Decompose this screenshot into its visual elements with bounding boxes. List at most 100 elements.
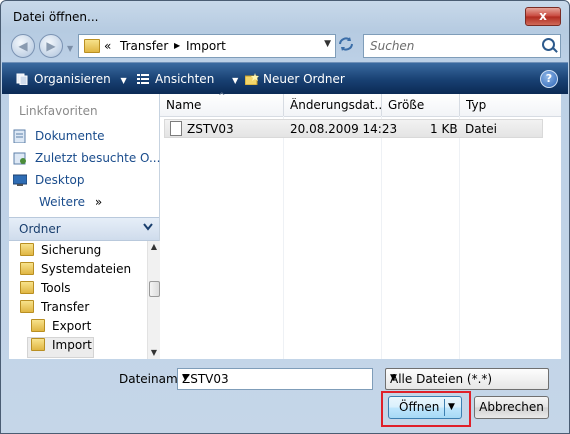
folder-tree: Sicherung Systemdateien Tools Transfer E… (9, 241, 147, 359)
back-button[interactable]: ◀ (11, 34, 35, 58)
new-folder-label: Neuer Ordner (263, 72, 345, 86)
tree-item-export[interactable]: Export (31, 319, 91, 338)
file-type: Datei (465, 122, 498, 136)
forward-button[interactable]: ▶ (39, 34, 63, 58)
favorite-label: Weitere (39, 195, 86, 209)
filename-field[interactable]: ZSTV03 ▼ (177, 368, 373, 390)
scroll-up-arrow-icon[interactable]: ▲ (148, 241, 160, 253)
open-file-dialog: Datei öffnen... x ◀ ▶ ▼ « Transfer ▶ Imp… (0, 0, 570, 434)
chevron-down-icon[interactable]: ▼ (324, 39, 331, 49)
views-menu[interactable]: Ansichten ▼ (137, 72, 238, 86)
refresh-icon[interactable] (336, 36, 356, 54)
file-date: 20.08.2009 14:23 (290, 122, 398, 136)
organize-menu[interactable]: Organisieren ▼ (16, 72, 127, 86)
file-size: 1 KB (430, 122, 458, 136)
navigation-pane: Linkfavoriten Dokumente Zuletzt besuchte… (9, 94, 160, 359)
column-header-type[interactable]: Typ (460, 94, 561, 117)
column-divider (459, 116, 460, 359)
tree-label: Tools (41, 281, 71, 295)
more-chevron-icon: » (94, 195, 103, 209)
folders-toggle[interactable]: Ordner (9, 217, 159, 241)
tree-label: Export (52, 319, 92, 333)
chevron-down-icon (143, 221, 153, 234)
folder-icon (20, 243, 34, 256)
organize-label: Organisieren (34, 72, 111, 86)
cancel-button[interactable]: Abbrechen (474, 396, 549, 419)
folder-icon (20, 281, 34, 294)
help-icon[interactable]: ? (540, 70, 558, 88)
search-input[interactable]: Suchen (363, 34, 561, 58)
favorites-heading: Linkfavoriten (19, 104, 98, 118)
folder-icon (20, 262, 34, 275)
folder-icon (84, 39, 100, 53)
tree-label: Systemdateien (41, 262, 132, 276)
chevron-down-icon: ▼ (120, 76, 127, 85)
folder-tree-scrollbar[interactable]: ▲ ▼ (147, 241, 160, 359)
scroll-down-arrow-icon[interactable]: ▼ (148, 347, 160, 359)
favorite-desktop[interactable]: Desktop (12, 173, 85, 191)
recent-pages-dropdown-icon[interactable]: ▼ (67, 44, 75, 53)
breadcrumb-overflow[interactable]: « (104, 39, 111, 53)
column-divider (381, 116, 382, 359)
folder-icon (31, 319, 45, 332)
chevron-down-icon[interactable]: ▼ (232, 76, 238, 85)
new-folder-icon (244, 73, 259, 86)
folders-heading: Ordner (19, 222, 61, 236)
tree-item-tools[interactable]: Tools (20, 281, 71, 300)
tree-item-transfer[interactable]: Transfer (20, 300, 89, 319)
column-label: Typ (466, 98, 487, 112)
column-divider (283, 116, 284, 359)
documents-icon (13, 129, 27, 144)
close-button[interactable]: x (525, 7, 561, 26)
back-arrow-icon: ◀ (18, 39, 28, 53)
search-placeholder: Suchen (370, 39, 415, 53)
file-list-pane: Name ^ Änderungsdat... Größe Typ ZSTV03 … (160, 92, 561, 359)
views-label: Ansichten (155, 72, 215, 86)
open-button[interactable]: Öffnen ▼ (388, 396, 462, 419)
column-label: Größe (388, 98, 425, 112)
file-row[interactable]: ZSTV03 20.08.2009 14:23 1 KB Datei (164, 119, 543, 138)
favorite-label: Desktop (35, 173, 85, 187)
views-icon (137, 73, 149, 85)
column-header-name[interactable]: Name ^ (160, 92, 284, 117)
filetype-select[interactable]: Alle Dateien (*.*) ▼ (385, 368, 549, 390)
tree-item-import[interactable]: Import (27, 337, 94, 358)
favorite-label: Dokumente (35, 129, 105, 143)
tree-label: Transfer (41, 300, 90, 314)
column-header-size[interactable]: Größe (382, 94, 460, 117)
breadcrumb-transfer[interactable]: Transfer (120, 39, 168, 53)
breadcrumb-separator-icon[interactable]: ▶ (174, 41, 180, 50)
favorite-documents[interactable]: Dokumente (13, 129, 105, 147)
title-bar: Datei öffnen... x (1, 1, 569, 31)
folder-icon (20, 300, 34, 313)
desktop-icon (12, 173, 28, 187)
column-label: Name (166, 98, 202, 112)
chevron-down-icon: ▼ (390, 373, 397, 383)
open-label: Öffnen (399, 400, 440, 414)
tree-item-sicherung[interactable]: Sicherung (20, 243, 101, 262)
scroll-thumb[interactable] (149, 281, 160, 297)
sort-ascending-icon: ^ (218, 92, 226, 102)
breadcrumb-import[interactable]: Import (186, 39, 226, 53)
file-name: ZSTV03 (187, 122, 234, 136)
tree-item-systemdateien[interactable]: Systemdateien (20, 262, 131, 281)
window-title: Datei öffnen... (13, 10, 99, 24)
command-bar: Organisieren ▼ Ansichten ▼ Neuer Ordner … (2, 62, 568, 94)
split-divider (444, 399, 445, 416)
chevron-down-icon[interactable]: ▼ (182, 373, 368, 383)
recent-places-icon (13, 151, 27, 165)
address-bar[interactable]: « Transfer ▶ Import ▼ (78, 34, 336, 58)
tree-label: Import (52, 338, 92, 352)
chevron-down-icon[interactable]: ▼ (448, 397, 455, 418)
favorite-more[interactable]: Weitere » (39, 195, 102, 213)
folder-open-icon (31, 338, 45, 351)
file-icon (170, 121, 182, 136)
search-icon[interactable] (542, 38, 555, 51)
favorite-label: Zuletzt besuchte O... (35, 151, 161, 165)
favorite-recent[interactable]: Zuletzt besuchte O... (13, 151, 160, 169)
organize-icon (16, 73, 28, 86)
tree-label: Sicherung (41, 243, 102, 257)
new-folder-button[interactable]: Neuer Ordner (244, 72, 345, 86)
column-label: Änderungsdat... (290, 98, 386, 112)
column-header-date[interactable]: Änderungsdat... (284, 94, 386, 117)
